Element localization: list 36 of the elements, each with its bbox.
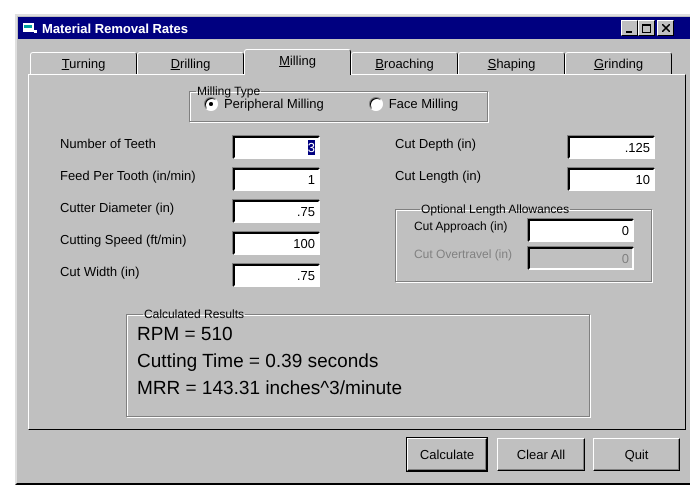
field-label: Feed Per Tooth (in/min) [60, 168, 197, 182]
action-button[interactable]: Calculate [407, 438, 487, 471]
action-button[interactable]: Clear All [497, 438, 585, 471]
group-title: Optional Length Allowances [420, 202, 570, 216]
input-field[interactable]: 10 [568, 168, 655, 190]
window-title: Material Removal Rates [42, 20, 188, 36]
field-label: Cut Overtravel (in) [414, 247, 514, 261]
input-field[interactable]: .75 [233, 200, 320, 222]
field-label: Number of Teeth [60, 136, 157, 150]
field-label: Cut Length (in) [395, 168, 482, 182]
action-button[interactable]: Quit [593, 438, 680, 471]
tab[interactable]: Grinding [565, 52, 672, 74]
field-label: Cut Width (in) [60, 264, 140, 278]
field-label: Cut Approach (in) [414, 219, 508, 233]
result-text: RPM = 510 [137, 323, 234, 347]
radio-label[interactable]: Face Milling [388, 96, 458, 111]
field-label: Cutting Speed (ft/min) [60, 232, 188, 246]
input-field[interactable]: 1 [233, 168, 320, 190]
tab[interactable]: Turning [30, 52, 137, 74]
field-label: Cut Depth (in) [395, 136, 477, 150]
tab[interactable]: Shaping [458, 52, 565, 74]
result-text: MRR = 143.31 inches^3/minute [137, 377, 404, 401]
input-field[interactable]: 3 [233, 136, 320, 158]
group-title: Milling Type [196, 84, 262, 98]
input-field: 0 [528, 246, 634, 270]
group-title: Calculated Results [143, 307, 246, 321]
field-label: Cutter Diameter (in) [60, 200, 176, 214]
input-field[interactable]: .125 [568, 136, 655, 158]
input-field[interactable]: 100 [233, 232, 320, 254]
radio-label[interactable]: Peripheral Milling [224, 96, 324, 111]
input-field[interactable]: .75 [233, 264, 320, 286]
result-text: Cutting Time = 0.39 seconds [137, 350, 380, 374]
tab[interactable]: Drilling [137, 52, 244, 74]
tab[interactable]: Broaching [351, 52, 458, 74]
input-field[interactable]: 0 [528, 218, 634, 242]
tab[interactable]: Milling [244, 49, 351, 75]
